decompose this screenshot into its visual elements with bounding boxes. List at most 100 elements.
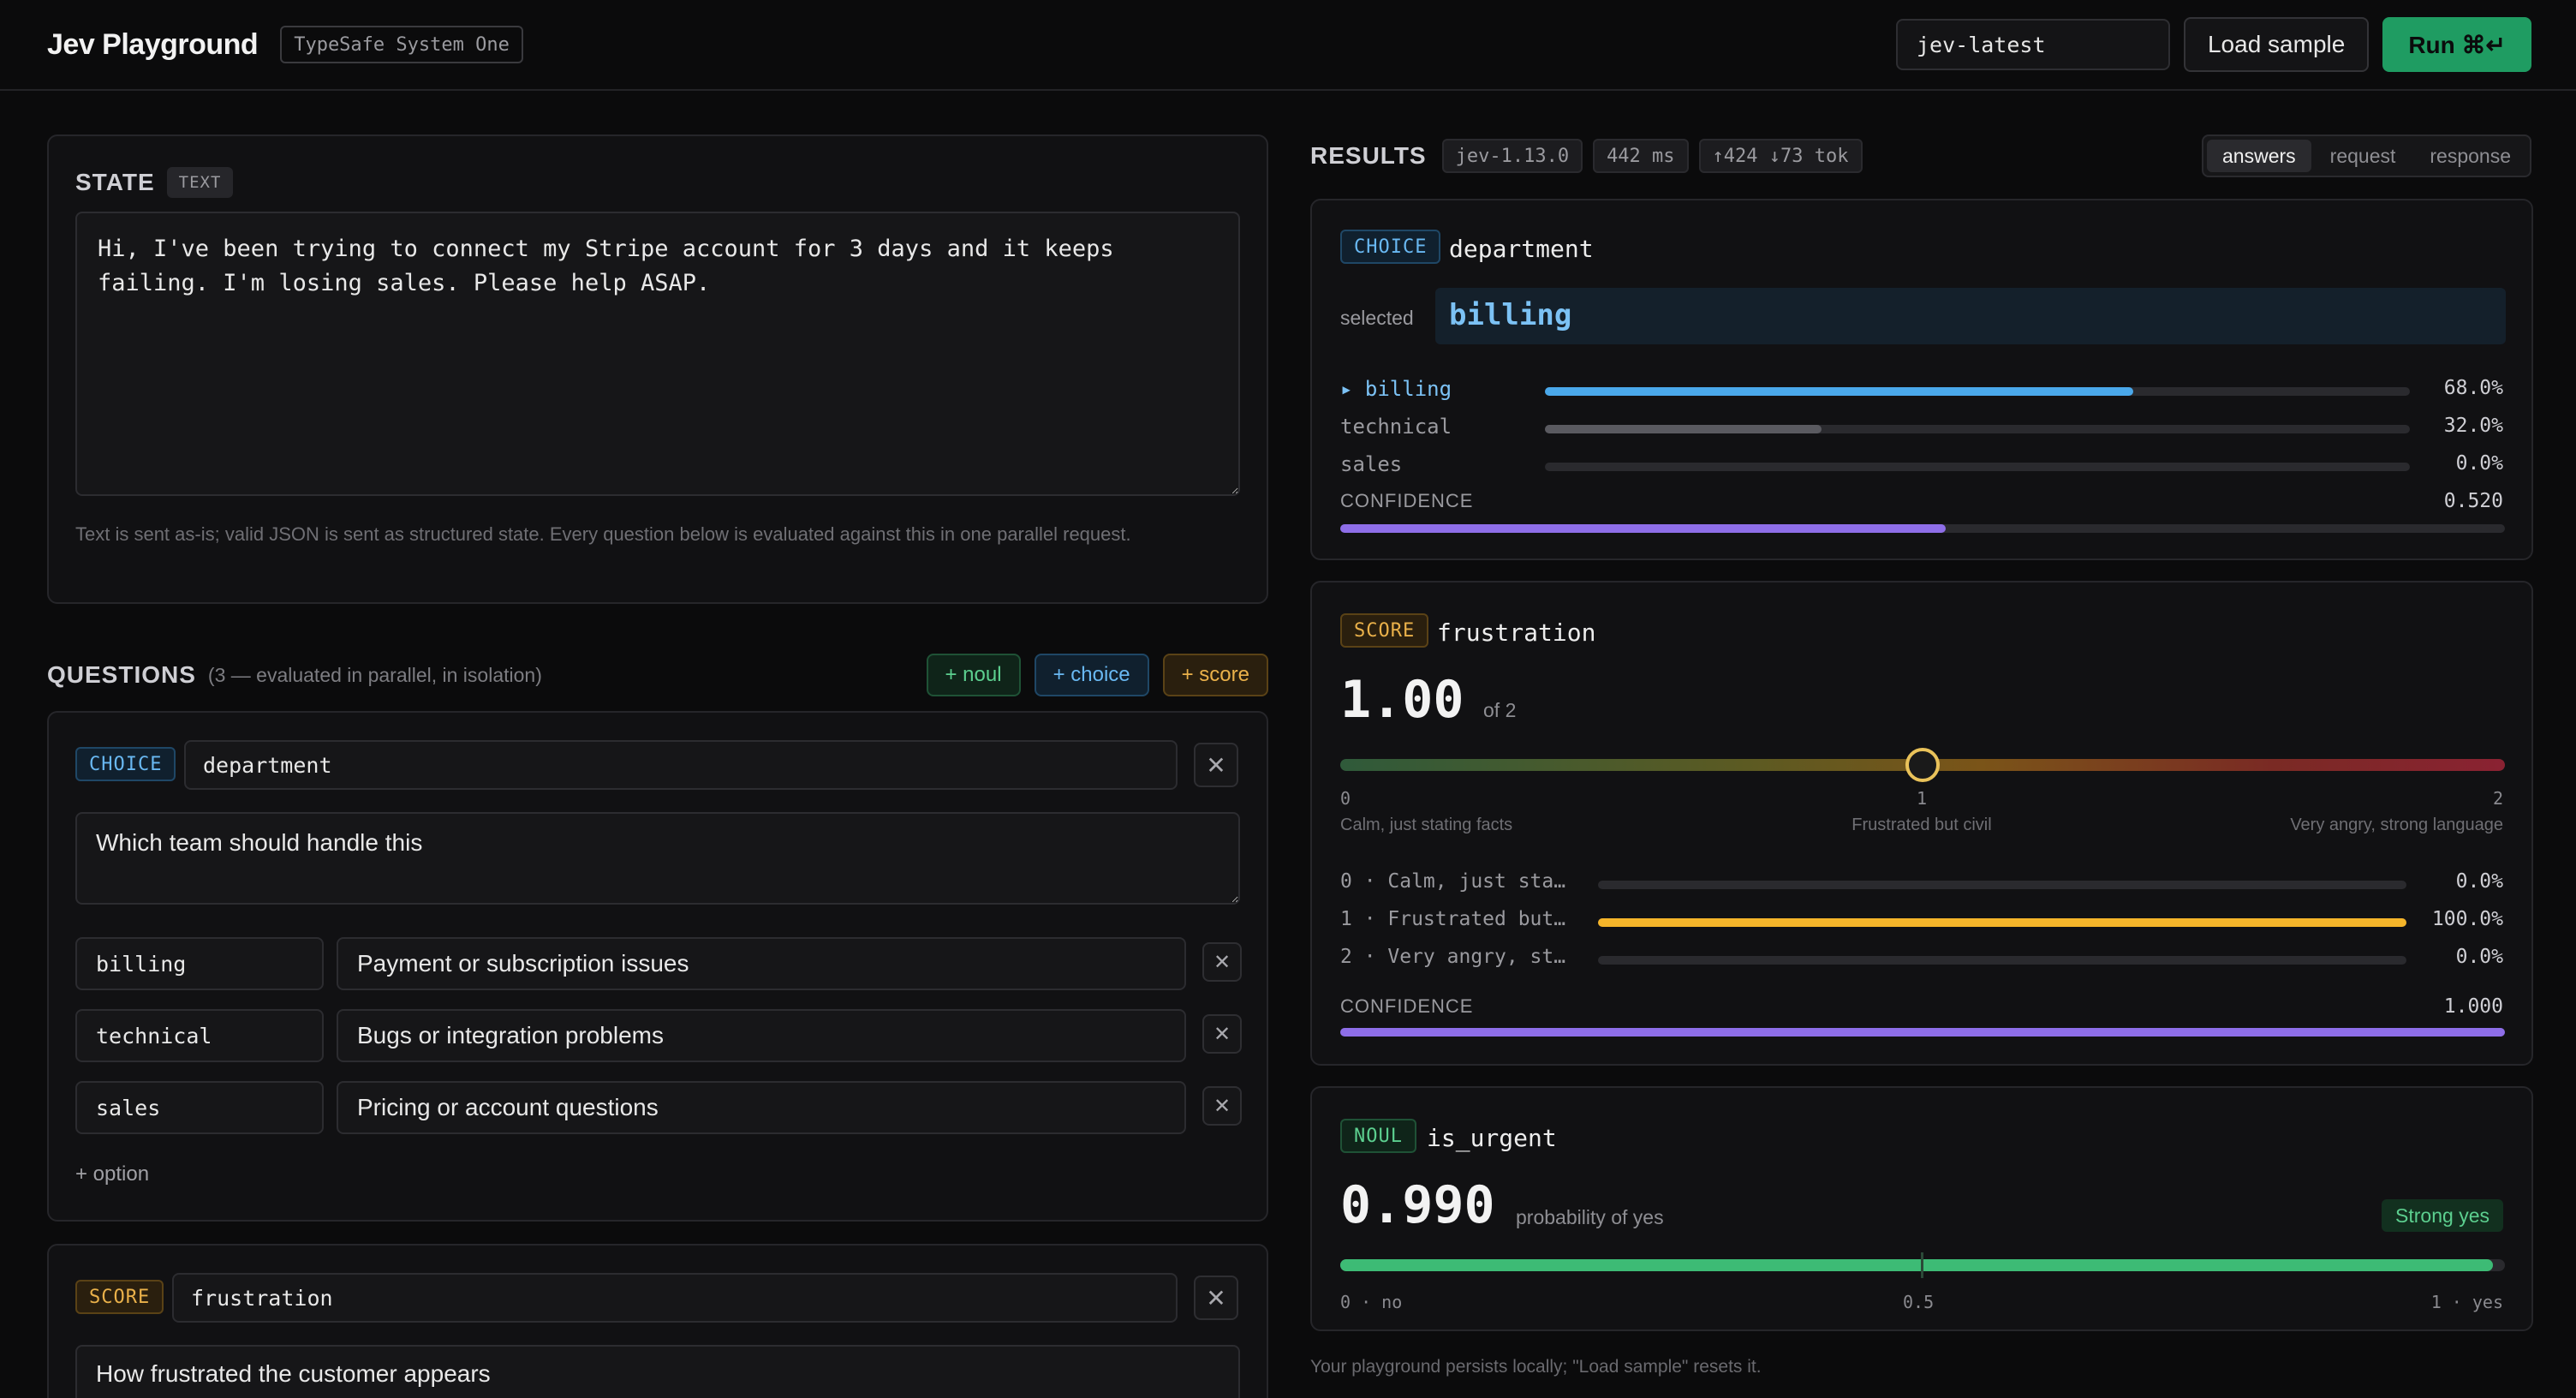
selected-label: selected	[1340, 307, 1414, 329]
run-button[interactable]: Run ⌘↵	[2382, 17, 2531, 72]
delete-question-button[interactable]: ✕	[1194, 1276, 1238, 1320]
question-type-tag: CHOICE	[75, 747, 176, 781]
question-prompt-textarea[interactable]: How frustrated the customer appears	[75, 1345, 1240, 1398]
distribution-percent: 32.0%	[2443, 415, 2503, 437]
distribution-percent: 0.0%	[2455, 946, 2503, 968]
state-help-text: Text is sent as-is; valid JSON is sent a…	[75, 523, 1131, 545]
noul-fill	[1340, 1259, 2494, 1271]
result-type-tag: CHOICE	[1340, 230, 1441, 264]
state-panel: STATE TEXT Hi, I've been trying to conne…	[47, 134, 1268, 604]
distribution-percent: 100.0%	[2431, 908, 2503, 930]
option-desc-input[interactable]	[337, 1009, 1186, 1062]
score-tick-label: Frustrated but civil	[1852, 816, 1992, 834]
footer-note: Your playground persists locally; "Load …	[1310, 1357, 1762, 1377]
score-tick: 2	[2492, 788, 2503, 809]
add-score-button[interactable]: + score	[1162, 654, 1268, 696]
distribution-percent: 0.0%	[2455, 870, 2503, 893]
distribution-track	[1598, 881, 2406, 889]
load-sample-button[interactable]: Load sample	[2183, 17, 2370, 72]
confidence-label: CONFIDENCE	[1340, 490, 1474, 511]
results-header: RESULTS jev-1.13.0 442 ms ↑424 ↓73 tok	[1310, 134, 1863, 177]
noul-result-card: NOUL is_urgent 0.990 probability of yes …	[1310, 1086, 2533, 1331]
distribution-label: ▸ billing	[1340, 377, 1452, 401]
tab-request[interactable]: request	[2315, 140, 2412, 172]
question-name-input[interactable]	[172, 1273, 1178, 1323]
score-value: 1.00	[1340, 670, 1464, 730]
questions-title: QUESTIONS	[47, 661, 196, 688]
confidence-label: CONFIDENCE	[1340, 995, 1474, 1017]
result-type-tag: NOUL	[1340, 1119, 1416, 1153]
distribution-label: 2 · Very angry, st…	[1340, 946, 1566, 968]
noul-axis-label: 0.5	[1903, 1292, 1935, 1312]
tab-response[interactable]: response	[2414, 140, 2526, 172]
questions-header: QUESTIONS (3 — evaluated in parallel, in…	[47, 649, 1268, 701]
option-key-input[interactable]	[75, 937, 324, 990]
score-tick: 0	[1340, 788, 1351, 809]
app-badge: TypeSafe System One	[280, 26, 523, 63]
option-desc-input[interactable]	[337, 1081, 1186, 1134]
result-name: department	[1449, 235, 1594, 263]
remove-option-button[interactable]: ✕	[1202, 1086, 1242, 1126]
confidence-value: 0.520	[2443, 490, 2503, 512]
distribution-track	[1545, 425, 2410, 433]
question-type-tag: SCORE	[75, 1280, 164, 1314]
add-option-link[interactable]: + option	[75, 1162, 149, 1186]
results-view-tabs: answers request response	[2202, 134, 2531, 177]
result-type-tag: SCORE	[1340, 613, 1429, 648]
close-icon: ✕	[1213, 950, 1231, 974]
distribution-label: sales	[1340, 452, 1403, 476]
selected-value-box: billing	[1435, 288, 2506, 344]
app-title: Jev Playground	[47, 27, 259, 61]
noul-verdict-badge: Strong yes	[2382, 1199, 2503, 1232]
question-name-input[interactable]	[184, 740, 1178, 790]
remove-option-button[interactable]: ✕	[1202, 942, 1242, 982]
distribution-fill	[1545, 387, 2133, 396]
latency-pill: 442 ms	[1593, 139, 1689, 173]
distribution-track	[1598, 918, 2406, 927]
score-result-card: SCORE frustration 1.00 of 2 0 1 2 Calm, …	[1310, 581, 2533, 1066]
confidence-track	[1340, 1028, 2505, 1037]
confidence-fill	[1340, 1028, 2505, 1037]
distribution-track	[1598, 956, 2406, 965]
confidence-track	[1340, 524, 2505, 533]
choice-result-card: CHOICE department selected billing ▸ bil…	[1310, 199, 2533, 560]
noul-midpoint-marker	[1921, 1252, 1923, 1278]
score-thumb	[1905, 748, 1940, 782]
option-key-input[interactable]	[75, 1009, 324, 1062]
add-noul-button[interactable]: + noul	[926, 654, 1021, 696]
remove-option-button[interactable]: ✕	[1202, 1014, 1242, 1054]
choice-question-card: CHOICE ✕ Which team should handle this ✕…	[47, 711, 1268, 1222]
questions-subtitle: (3 — evaluated in parallel, in isolation…	[207, 663, 542, 686]
score-tick-label: Very angry, strong language	[2290, 816, 2503, 834]
close-icon: ✕	[1213, 1022, 1231, 1046]
model-input[interactable]	[1895, 19, 2170, 70]
version-pill: jev-1.13.0	[1441, 139, 1583, 173]
header-actions: Load sample Run ⌘↵	[1895, 17, 2531, 72]
delete-question-button[interactable]: ✕	[1194, 743, 1238, 787]
tokens-pill: ↑424 ↓73 tok	[1698, 139, 1863, 173]
distribution-percent: 68.0%	[2443, 377, 2503, 399]
noul-axis-label: 0 · no	[1340, 1292, 1403, 1312]
close-icon: ✕	[1213, 1094, 1231, 1118]
score-of: of 2	[1483, 699, 1517, 721]
state-title: STATE	[75, 169, 155, 195]
confidence-fill	[1340, 524, 1947, 533]
score-tick-label: Calm, just stating facts	[1340, 816, 1513, 834]
option-desc-input[interactable]	[337, 937, 1186, 990]
state-textarea[interactable]: Hi, I've been trying to connect my Strip…	[75, 212, 1240, 496]
result-name: is_urgent	[1427, 1124, 1557, 1152]
noul-axis-label: 1 · yes	[2430, 1292, 2503, 1312]
results-title: RESULTS	[1310, 142, 1427, 169]
distribution-fill	[1545, 425, 1822, 433]
noul-caption: probability of yes	[1516, 1206, 1664, 1228]
close-icon: ✕	[1206, 751, 1226, 779]
option-key-input[interactable]	[75, 1081, 324, 1134]
add-choice-button[interactable]: + choice	[1034, 654, 1149, 696]
app-header: Jev Playground TypeSafe System One Load …	[0, 0, 2576, 91]
tab-answers[interactable]: answers	[2207, 140, 2311, 172]
noul-probability-value: 0.990	[1340, 1175, 1495, 1235]
score-question-card: SCORE ✕ How frustrated the customer appe…	[47, 1244, 1268, 1398]
distribution-label: technical	[1340, 415, 1452, 439]
distribution-fill	[1598, 918, 2406, 927]
question-prompt-textarea[interactable]: Which team should handle this	[75, 812, 1240, 905]
